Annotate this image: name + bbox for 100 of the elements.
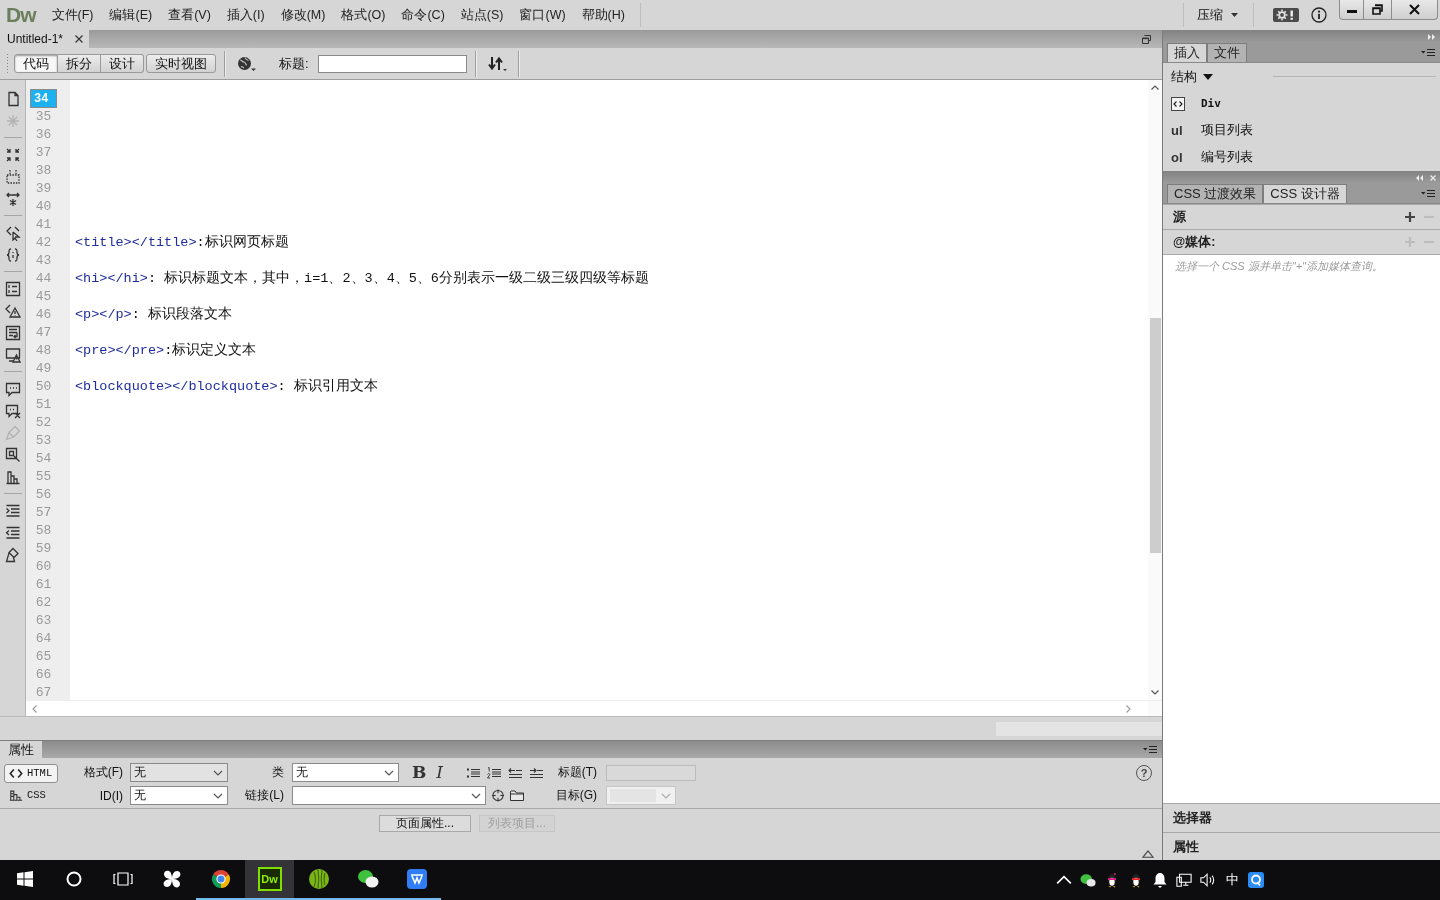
code-cursor-icon[interactable]	[4, 225, 21, 241]
brush-icon[interactable]	[4, 547, 21, 563]
arrows-icon[interactable]	[4, 147, 21, 163]
mode-button[interactable]: HTML	[4, 763, 58, 783]
sort-arrows-icon[interactable]	[487, 55, 508, 72]
striped-ball-icon	[307, 868, 330, 890]
bell-icon[interactable]	[1152, 872, 1168, 888]
color-wheel-icon	[209, 868, 232, 890]
view-button[interactable]: 设计	[101, 54, 144, 73]
restore-icon	[1372, 4, 1383, 15]
bar-chart-icon[interactable]	[4, 469, 21, 485]
menu-item[interactable]: 查看(V)	[160, 3, 219, 27]
menu-item[interactable]: 站点(S)	[452, 3, 512, 27]
braces-icon[interactable]	[4, 247, 21, 263]
start-icon	[16, 871, 33, 887]
caret-icon	[1203, 73, 1213, 80]
line-number: 66	[34, 666, 53, 684]
menu-item[interactable]: 格式(O)	[333, 3, 394, 27]
close-button[interactable]	[1392, 0, 1438, 20]
globe-icon[interactable]	[237, 55, 257, 72]
line-number: 51	[34, 396, 53, 414]
field-label: 目标(G)	[554, 787, 598, 804]
line-number: 65	[34, 648, 53, 666]
comment-remove-icon[interactable]	[4, 403, 21, 419]
panel-menu-icon[interactable]	[1421, 47, 1435, 58]
numbered-list-icon[interactable]	[4, 281, 21, 297]
minimize-icon	[1346, 10, 1357, 13]
line-number: 49	[34, 360, 53, 378]
taskbar-app[interactable]: Dw	[245, 860, 294, 900]
line-number: 62	[34, 594, 53, 612]
indent-icon[interactable]	[4, 503, 21, 519]
field-label: 标题(T)	[556, 764, 598, 781]
menu-item[interactable]: 命令(C)	[393, 3, 453, 27]
menu-item[interactable]: 文件(F)	[43, 3, 102, 27]
network-icon[interactable]	[1176, 872, 1192, 888]
volume-icon[interactable]	[1200, 872, 1216, 888]
app-tile-icon[interactable]	[1248, 872, 1264, 888]
line-number: 46	[34, 306, 53, 324]
code-line: <pre></pre>:标识定义文本	[75, 343, 257, 358]
panel-tab[interactable]: 属性	[0, 741, 42, 758]
search-icon	[65, 871, 82, 887]
restore-icon[interactable]	[1142, 34, 1151, 44]
menu-item[interactable]: 编辑(E)	[101, 3, 161, 27]
text-wrap-icon[interactable]	[4, 325, 21, 341]
panel-tab[interactable]: 插入	[1167, 43, 1207, 62]
line-number: 43	[34, 252, 53, 270]
view-button[interactable]: 实时视图	[146, 54, 216, 73]
input-method-indicator[interactable]: 中	[1224, 871, 1240, 889]
restore-button[interactable]	[1364, 0, 1392, 20]
app-logo: Dw	[5, 3, 38, 27]
code-warning-icon[interactable]	[4, 303, 21, 319]
line-number: 61	[34, 576, 53, 594]
tag-label: ul	[1171, 123, 1184, 138]
line-number: 38	[34, 162, 53, 180]
panel-tab[interactable]: 文件	[1207, 43, 1247, 62]
zoom-box-icon[interactable]	[4, 447, 21, 463]
line-number: 52	[34, 414, 53, 432]
monitor-warning-icon[interactable]	[4, 347, 21, 363]
line-number: 63	[34, 612, 53, 630]
field-label: 链接(L)	[244, 787, 285, 804]
minimize-button[interactable]	[1339, 0, 1364, 20]
menu-item[interactable]: 插入(I)	[218, 3, 273, 27]
workspace-dropdown[interactable]: 压缩	[1191, 3, 1246, 27]
mode-button[interactable]: CSS	[4, 785, 58, 805]
double-arrow-icon[interactable]	[1428, 33, 1436, 40]
line-number: 57	[34, 504, 53, 522]
section-title: @媒体:	[1173, 233, 1216, 251]
document-tab[interactable]: Untitled-1*	[0, 30, 90, 48]
line-number: 39	[34, 180, 53, 198]
title-input[interactable]	[317, 54, 467, 73]
line-number: 47	[34, 324, 53, 342]
scroll-left-icon[interactable]	[32, 704, 37, 713]
line-number: 50	[34, 378, 53, 396]
tag-label: ol	[1171, 150, 1184, 165]
view-button[interactable]: 代码	[14, 54, 58, 73]
line-number: 48	[34, 342, 53, 360]
menu-item[interactable]: 窗口(W)	[511, 3, 574, 27]
view-button[interactable]: 拆分	[58, 54, 101, 73]
gear-alert-icon[interactable]	[1273, 8, 1299, 22]
arrows-icon[interactable]	[4, 191, 21, 207]
blocks-icon	[9, 789, 23, 801]
line-number: 60	[34, 558, 53, 576]
outdent-icon[interactable]	[4, 525, 21, 541]
close-icon[interactable]	[75, 35, 84, 43]
line-number: 40	[34, 198, 53, 216]
info-icon[interactable]	[1311, 7, 1327, 23]
app-logo: Dw	[257, 867, 282, 891]
comment-icon[interactable]	[4, 381, 21, 397]
menu-item[interactable]: 帮助(H)	[573, 3, 633, 27]
code-line: <p></p>: 标识段落文本	[75, 307, 232, 322]
chat-bubbles-icon[interactable]	[1080, 872, 1096, 888]
dashed-box-icon[interactable]	[4, 169, 21, 185]
code-line: <title></title>:标识网页标题	[75, 235, 289, 250]
close-icon	[1409, 4, 1420, 15]
line-number: 54	[34, 450, 53, 468]
line-number: 55	[34, 468, 53, 486]
code-brackets-icon	[9, 767, 23, 779]
chat-bubbles-icon	[356, 868, 379, 890]
line-number: 36	[34, 126, 53, 144]
menu-item[interactable]: 修改(M)	[272, 3, 334, 27]
